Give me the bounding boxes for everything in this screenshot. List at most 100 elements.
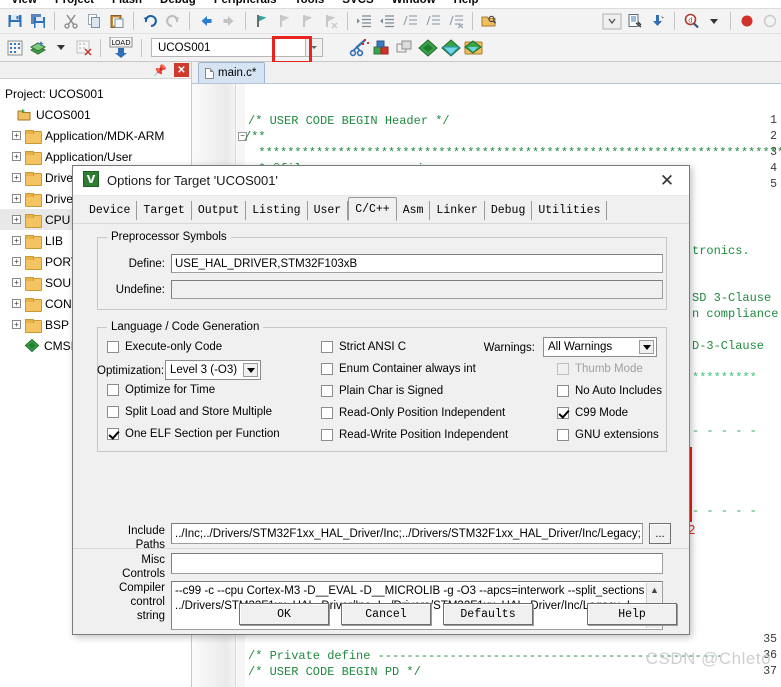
tab-device[interactable]: Device [83,201,138,220]
menu-item-svcs[interactable]: SVCS [333,0,382,6]
checkbox-strict-ansi-c[interactable]: Strict ANSI C [321,341,406,353]
cancel-button[interactable]: Cancel [341,603,431,625]
close-icon[interactable]: ✕ [645,166,689,196]
forward-icon[interactable] [218,10,240,32]
checkbox-execute-only-code[interactable]: Execute-only Code [107,341,222,353]
checkbox-read-only-position-independent[interactable]: Read-Only Position Independent [321,407,505,419]
checkbox-no-auto-includes[interactable]: No Auto Includes [557,385,662,397]
stop-icon[interactable] [759,10,781,32]
chevron-down-icon[interactable] [243,363,258,377]
menu-item-tools[interactable]: Tools [285,0,333,6]
tab-output[interactable]: Output [192,201,247,220]
tab-debug[interactable]: Debug [485,201,533,220]
define-input[interactable]: USE_HAL_DRIVER,STM32F103xB [171,254,663,273]
dialog-tabs[interactable]: Device Target Output Listing User C/C++ … [73,196,689,221]
undo-icon[interactable] [139,10,161,32]
target-options-icon[interactable] [348,37,370,59]
tree-item-application-mdk-arm[interactable]: + Application/MDK-ARM [0,125,191,146]
defaults-button[interactable]: Defaults [443,603,533,625]
expander-icon[interactable]: + [12,194,21,203]
tab-utilities[interactable]: Utilities [532,201,608,220]
checkbox-split-load-store-multiple[interactable]: Split Load and Store Multiple [107,406,272,418]
dialog-titlebar[interactable]: V Options for Target 'UCOS001' ✕ [73,166,689,196]
outdent-icon[interactable] [376,10,398,32]
menu-item-debug[interactable]: Debug [151,0,205,6]
expander-icon[interactable]: + [12,131,21,140]
ok-button[interactable]: OK [239,603,329,625]
scroll-up-icon[interactable]: ▲ [647,583,662,598]
debug-window-icon[interactable] [624,10,646,32]
tab-asm[interactable]: Asm [397,201,431,220]
target-selector[interactable]: UCOS001 [151,38,323,57]
bookmark-clear-icon[interactable] [320,10,342,32]
chevron-down-icon[interactable] [601,10,623,32]
find-icon[interactable]: d [680,10,702,32]
checkbox-one-elf-section-per-function[interactable]: One ELF Section per Function [107,428,280,440]
indent-icon[interactable] [353,10,375,32]
tab-target[interactable]: Target [137,201,192,220]
include-paths-browse-button[interactable]: ... [649,523,671,544]
tab-listing[interactable]: Listing [246,201,308,220]
checkbox-gnu-extensions[interactable]: GNU extensions [557,429,659,441]
comment-icon[interactable] [399,10,421,32]
redo-icon[interactable] [162,10,184,32]
download-icon[interactable]: LOAD [106,36,136,59]
menu-item-project[interactable]: Project [46,0,103,6]
packs-icon[interactable] [463,37,485,59]
translate-icon[interactable] [4,37,26,59]
undefine-input[interactable] [171,280,663,299]
build-dropdown-icon[interactable] [50,37,72,59]
close-icon[interactable]: ✕ [174,63,189,77]
expander-icon[interactable]: + [12,320,21,329]
save-icon[interactable] [4,10,26,32]
uncomment-icon[interactable] [422,10,444,32]
open-folder-icon[interactable] [478,10,500,32]
packinstaller-icon[interactable] [440,37,462,59]
tab-c-cpp[interactable]: C/C++ [348,197,397,221]
checkbox-optimize-for-time[interactable]: Optimize for Time [107,384,215,396]
rebuild-icon[interactable] [73,37,95,59]
project-root-node[interactable]: UCOS001 [0,104,191,125]
expander-icon[interactable]: + [12,152,21,161]
expander-icon[interactable]: + [12,257,21,266]
optimization-select[interactable]: Level 3 (-O3) [165,360,261,380]
expander-icon[interactable]: + [12,278,21,287]
checkbox-plain-char-is-signed[interactable]: Plain Char is Signed [321,385,443,397]
expander-icon[interactable]: + [12,215,21,224]
find-dropdown-icon[interactable] [703,10,725,32]
menu-item-peripherals[interactable]: Peripherals [205,0,286,6]
checkbox-enum-container-always-int[interactable]: Enum Container always int [321,363,476,375]
manage-runtime-icon[interactable] [371,37,393,59]
uncomment-all-icon[interactable] [445,10,467,32]
menu-item-view[interactable]: View [2,0,46,6]
menu-item-window[interactable]: Window [383,0,445,6]
tab-main-c[interactable]: main.c* [198,62,266,83]
tab-linker[interactable]: Linker [430,201,485,220]
cut-icon[interactable] [60,10,82,32]
copy-icon[interactable] [83,10,105,32]
multi-project-icon[interactable] [394,37,416,59]
include-paths-input[interactable]: ../Inc;../Drivers/STM32F1xx_HAL_Driver/I… [171,523,643,544]
expander-icon[interactable]: + [12,173,21,182]
target-dropdown-icon[interactable] [305,39,322,56]
checkbox-read-write-position-independent[interactable]: Read-Write Position Independent [321,429,508,441]
expander-icon[interactable]: + [12,236,21,245]
record-icon[interactable] [736,10,758,32]
build-icon[interactable] [27,37,49,59]
bookmark-icon[interactable] [251,10,273,32]
warnings-select[interactable]: All Warnings [543,337,657,357]
back-icon[interactable] [195,10,217,32]
menu-item-flash[interactable]: Flash [103,0,151,6]
checkbox-c99-mode[interactable]: C99 Mode [557,407,628,419]
help-button[interactable]: Help [587,603,677,625]
bookmark-next-icon[interactable] [297,10,319,32]
insert-icon[interactable] [647,10,669,32]
expander-icon[interactable]: + [12,299,21,308]
tree-item-application-user[interactable]: + Application/User [0,146,191,167]
configuration-wizard-icon[interactable] [417,37,439,59]
tab-user[interactable]: User [308,201,349,220]
chevron-down-icon[interactable] [639,340,654,354]
bookmark-prev-icon[interactable] [274,10,296,32]
paste-icon[interactable] [106,10,128,32]
save-all-icon[interactable] [27,10,49,32]
